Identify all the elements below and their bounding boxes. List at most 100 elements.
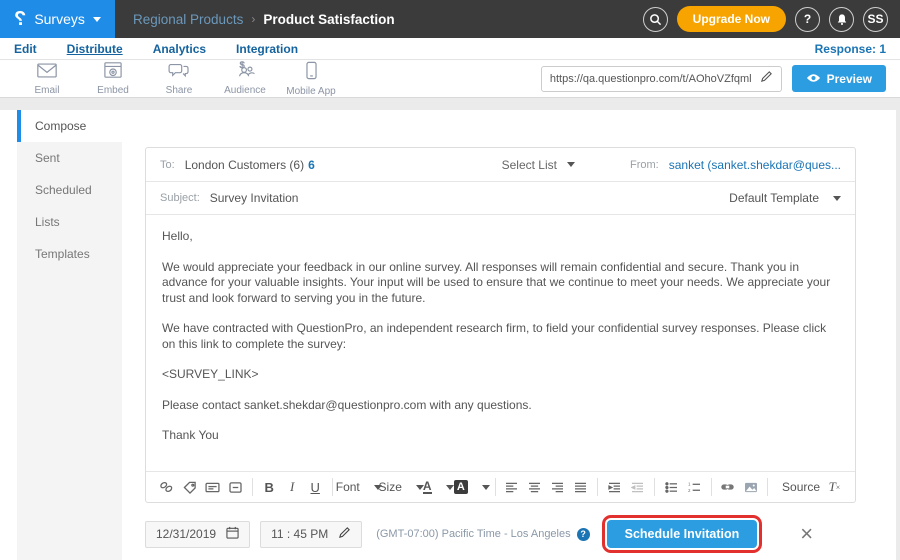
header-actions: Upgrade Now ? SS (643, 6, 900, 32)
channel-label: Email (34, 85, 59, 96)
align-right-button[interactable] (547, 476, 568, 498)
insert-button-widget[interactable] (225, 476, 246, 498)
edit-url-pencil-icon[interactable] (760, 70, 773, 88)
eye-icon (806, 72, 821, 86)
sidebar-item-templates[interactable]: Templates (17, 238, 122, 270)
survey-url-field[interactable]: https://qa.questionpro.com/t/AOhoVZfqml (541, 66, 782, 92)
highlight-annotation-ring: Schedule Invitation (602, 515, 763, 553)
font-dropdown[interactable]: Font (338, 476, 379, 498)
channel-label: Audience (224, 85, 266, 96)
calendar-icon (226, 526, 239, 542)
product-name: Surveys (34, 11, 85, 27)
schedule-controls: 12/31/2019 11 : 45 PM (GMT-07:00) Pacifi… (145, 515, 813, 553)
preview-button[interactable]: Preview (792, 65, 886, 92)
audience-icon: $ (234, 61, 256, 84)
channel-mobile-app[interactable]: Mobile App (278, 61, 344, 97)
schedule-date-field[interactable]: 12/31/2019 (145, 521, 250, 548)
breadcrumb-survey-name: Product Satisfaction (263, 12, 394, 27)
embed-icon (103, 61, 123, 84)
font-size-dropdown[interactable]: Size (381, 476, 421, 498)
insert-link-button[interactable] (717, 476, 738, 498)
toolbar-divider (597, 478, 598, 496)
source-button[interactable]: Source (774, 476, 822, 498)
toolbar-divider (654, 478, 655, 496)
background-color-button[interactable]: A (455, 476, 489, 498)
italic-button[interactable]: I (282, 476, 303, 498)
from-value[interactable]: sanket (sanket.shekdar@ques... (669, 158, 841, 172)
svg-text:1: 1 (688, 482, 691, 487)
recipient-count[interactable]: 6 (308, 158, 315, 172)
help-icon[interactable]: ? (795, 7, 820, 32)
body-paragraph: <SURVEY_LINK> (162, 367, 839, 383)
edit-time-pencil-icon (338, 526, 351, 542)
sidebar-item-scheduled[interactable]: Scheduled (17, 174, 122, 206)
recipients-row: To: London Customers (6) 6 Select List F… (146, 148, 855, 181)
surveys-menu[interactable]: ? Surveys (0, 0, 115, 38)
bold-button[interactable]: B (259, 476, 280, 498)
from-group: From: sanket (sanket.shekdar@ques... (630, 158, 841, 172)
insert-variable-link-button[interactable] (156, 476, 177, 498)
tag-button[interactable] (179, 476, 200, 498)
channel-label: Embed (97, 85, 129, 96)
sidebar-item-lists[interactable]: Lists (17, 206, 122, 238)
embed-media-button[interactable] (202, 476, 223, 498)
align-left-button[interactable] (501, 476, 522, 498)
channel-email[interactable]: Email (14, 62, 80, 96)
toolbar-divider (767, 478, 768, 496)
tab-analytics[interactable]: Analytics (153, 42, 206, 56)
subject-row: Subject: Survey Invitation Default Templ… (146, 181, 855, 214)
body-paragraph: Thank You (162, 428, 839, 444)
background-color-label: A (454, 480, 468, 494)
select-list-dropdown[interactable]: Select List (502, 158, 575, 172)
chevron-down-icon (567, 162, 575, 167)
tab-distribute[interactable]: Distribute (67, 42, 123, 56)
select-list-label: Select List (502, 158, 557, 172)
body-paragraph: We would appreciate your feedback in our… (162, 260, 839, 307)
schedule-invitation-button[interactable]: Schedule Invitation (607, 520, 758, 548)
mobile-app-icon (305, 61, 318, 85)
bulleted-list-button[interactable] (661, 476, 682, 498)
toolbar-divider (332, 478, 333, 496)
font-dropdown-label: Font (336, 480, 360, 494)
to-value[interactable]: London Customers (6) (185, 158, 304, 172)
user-avatar[interactable]: SS (863, 7, 888, 32)
chevron-down-icon (446, 485, 454, 490)
distribute-channel-bar: Email Embed Share $ Audience Mobile App (0, 60, 900, 98)
channel-audience[interactable]: $ Audience (212, 61, 278, 96)
decrease-indent-button[interactable] (627, 476, 648, 498)
text-color-label: A (423, 480, 432, 494)
text-color-button[interactable]: A (423, 476, 453, 498)
body-paragraph: Hello, (162, 229, 839, 245)
schedule-time-value: 11 : 45 PM (271, 527, 328, 541)
sidebar-item-compose[interactable]: Compose (17, 110, 127, 142)
response-count[interactable]: Response: 1 (815, 42, 886, 56)
compose-email-card: To: London Customers (6) 6 Select List F… (145, 147, 856, 503)
search-icon[interactable] (643, 7, 668, 32)
breadcrumb-folder[interactable]: Regional Products (133, 12, 243, 27)
to-label: To: (160, 159, 175, 171)
schedule-time-field[interactable]: 11 : 45 PM (260, 521, 362, 548)
notifications-bell-icon[interactable] (829, 7, 854, 32)
upgrade-now-button[interactable]: Upgrade Now (677, 6, 786, 32)
remove-format-button[interactable]: T× (824, 476, 845, 498)
breadcrumb: Regional Products › Product Satisfaction (133, 12, 395, 27)
subject-value[interactable]: Survey Invitation (210, 191, 299, 205)
template-dropdown[interactable]: Default Template (729, 191, 841, 205)
justify-button[interactable] (570, 476, 591, 498)
increase-indent-button[interactable] (604, 476, 625, 498)
source-label: Source (782, 480, 820, 494)
close-icon[interactable]: × (800, 523, 813, 545)
channel-share[interactable]: Share (146, 61, 212, 96)
insert-image-button[interactable] (740, 476, 761, 498)
underline-button[interactable]: U (305, 476, 326, 498)
timezone-help-icon[interactable]: ? (577, 528, 590, 541)
align-center-button[interactable] (524, 476, 545, 498)
email-body-editor[interactable]: Hello, We would appreciate your feedback… (146, 214, 855, 471)
tab-edit[interactable]: Edit (14, 42, 37, 56)
email-distribute-panel: Compose Sent Scheduled Lists Templates T… (0, 110, 896, 560)
channel-label: Share (166, 85, 193, 96)
channel-embed[interactable]: Embed (80, 61, 146, 96)
sidebar-item-sent[interactable]: Sent (17, 142, 122, 174)
tab-integration[interactable]: Integration (236, 42, 298, 56)
numbered-list-button[interactable]: 12 (684, 476, 705, 498)
